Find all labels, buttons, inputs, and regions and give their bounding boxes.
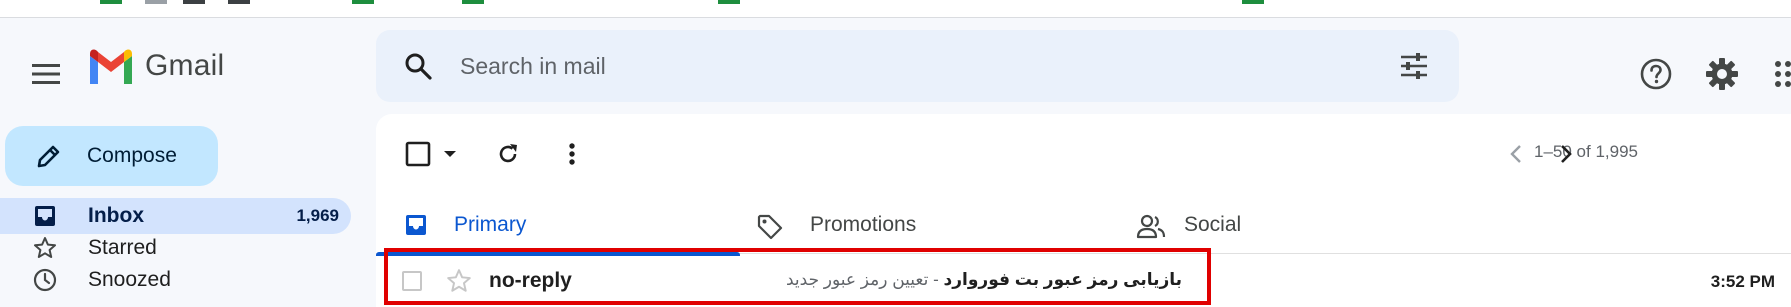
bookmark-icon[interactable] [145, 0, 167, 4]
search-icon[interactable] [404, 52, 432, 80]
select-button[interactable] [400, 134, 464, 174]
more-options-button[interactable] [552, 134, 592, 174]
email-sender: no-reply [489, 269, 572, 292]
select-dropdown-icon[interactable] [441, 148, 459, 160]
next-page-button[interactable] [1546, 134, 1586, 174]
unread-count: 1,969 [296, 206, 339, 225]
email-subject-line: بازیابی رمز عبور بت فوروارد - تعیین رمز … [786, 270, 1549, 290]
clock-icon [33, 268, 57, 292]
email-snippet: تعیین رمز عبور جدید [786, 270, 929, 289]
help-button[interactable] [1632, 50, 1680, 98]
tab-label: Social [1184, 213, 1242, 236]
bookmark-icon[interactable] [1242, 0, 1264, 4]
settings-button[interactable] [1698, 50, 1746, 98]
help-icon [1640, 58, 1672, 90]
pencil-icon [37, 145, 60, 168]
next-page-icon [1561, 145, 1572, 163]
bookmark-icon[interactable] [352, 0, 374, 4]
bookmark-icon[interactable] [718, 0, 740, 4]
email-row[interactable]: no-reply بازیابی رمز عبور بت فوروارد - ت… [376, 256, 1791, 307]
bookmark-icon[interactable] [228, 0, 250, 4]
sidebar-item-inbox[interactable]: Inbox 1,969 [0, 198, 351, 234]
sidebar-item-label: Inbox [88, 204, 144, 227]
gmail-logo[interactable]: Gmail [87, 48, 224, 84]
mail-list-panel: 1–50 of 1,995 Primary Promotions Social … [376, 114, 1791, 307]
tab-label: Primary [454, 213, 527, 236]
gmail-m-icon [90, 49, 132, 84]
inbox-tab-icon [406, 215, 426, 235]
apps-icon [1775, 61, 1791, 87]
star-icon [34, 237, 56, 258]
main-menu-button[interactable] [22, 50, 70, 98]
prev-page-icon [1510, 145, 1521, 163]
search-bar[interactable] [376, 30, 1459, 102]
refresh-icon [499, 144, 517, 163]
search-input[interactable] [460, 48, 1360, 84]
sidebar-item-starred[interactable]: Starred [0, 230, 351, 266]
tab-social[interactable]: Social [1120, 196, 1500, 254]
menu-icon [32, 64, 60, 84]
prev-page-button[interactable] [1496, 134, 1536, 174]
email-time: 3:52 PM [1710, 272, 1775, 291]
category-tabs: Primary Promotions Social [376, 196, 1791, 254]
settings-icon [1706, 58, 1738, 90]
tab-primary[interactable]: Primary [376, 196, 740, 254]
sidebar-item-label: Starred [88, 236, 157, 259]
browser-bookmarks-strip [0, 0, 1791, 18]
subject-separator: - [933, 270, 939, 289]
sidebar-item-label: Snoozed [88, 268, 171, 291]
sidebar: Compose Inbox 1,969 Starred Snoozed [0, 118, 360, 307]
apps-button[interactable] [1764, 50, 1791, 98]
star-icon[interactable] [446, 268, 472, 294]
app-header: Gmail [0, 18, 1791, 118]
tag-icon [757, 214, 783, 240]
inbox-icon [35, 206, 55, 226]
select-all-checkbox[interactable] [405, 141, 431, 167]
refresh-button[interactable] [488, 134, 528, 174]
people-icon [1136, 214, 1166, 239]
row-checkbox[interactable] [402, 271, 422, 291]
bookmark-icon[interactable] [183, 0, 205, 4]
compose-button[interactable]: Compose [5, 126, 218, 186]
sidebar-item-snoozed[interactable]: Snoozed [0, 262, 351, 298]
tab-promotions[interactable]: Promotions [740, 196, 1120, 254]
tab-label: Promotions [810, 213, 917, 236]
filter-options-icon[interactable] [1399, 52, 1429, 80]
more-options-icon [569, 143, 575, 165]
compose-label: Compose [87, 144, 177, 167]
bookmark-icon[interactable] [462, 0, 484, 4]
app-name: Gmail [145, 49, 225, 82]
bookmark-icon[interactable] [100, 0, 122, 4]
email-subject: بازیابی رمز عبور بت فوروارد [943, 270, 1183, 289]
